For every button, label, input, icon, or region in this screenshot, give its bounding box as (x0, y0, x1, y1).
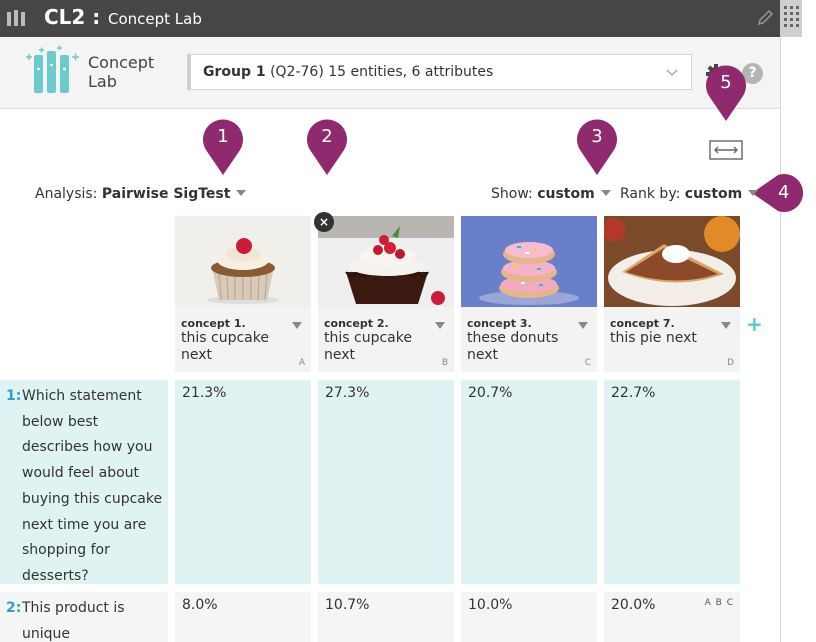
concept-text: this pie next (610, 330, 697, 346)
sig-letters: A B C (704, 598, 734, 608)
caret-down-icon (236, 190, 247, 196)
question-number: 2: (6, 600, 22, 616)
concept-card-1[interactable]: concept 1. this cupcake next A (175, 216, 311, 372)
value-cell: 22.7% (604, 380, 740, 584)
concept-text: these donuts next (467, 330, 559, 363)
concept-name: concept 2. (324, 317, 389, 330)
callout-1: 1 (202, 118, 244, 176)
value-cell: 20.7% (461, 380, 597, 584)
pie-image (604, 216, 740, 307)
caret-down-icon[interactable] (721, 322, 731, 329)
analysis-label: Analysis: (35, 186, 98, 202)
concept-letter: C (584, 358, 591, 368)
concept-name: concept 7. (610, 317, 675, 330)
concept-letter: A (298, 358, 305, 368)
concept-letter: B (441, 358, 448, 368)
concept-card-3[interactable]: concept 3. these donuts next C (461, 216, 597, 372)
concept-text: this cupcake next (324, 330, 412, 363)
concept-card-2[interactable]: concept 2. this cupcake next B (318, 216, 454, 372)
right-panel-edge (780, 37, 816, 642)
concept-lab-logo (26, 45, 79, 93)
analysis-dropdown[interactable]: Analysis: Pairwise SigTest (35, 186, 247, 202)
concept-name: concept 3. (467, 317, 532, 330)
show-value: custom (537, 186, 595, 202)
add-concept-icon[interactable]: + (746, 312, 763, 336)
caret-down-icon[interactable] (578, 322, 588, 329)
chevron-down-icon (666, 69, 678, 77)
value-cell: 21.3% (175, 380, 311, 584)
show-dropdown[interactable]: Show: custom (491, 186, 611, 202)
callout-5: 5 (705, 64, 747, 122)
show-label: Show: (491, 186, 533, 202)
rank-label: Rank by: (620, 186, 681, 202)
callout-2: 2 (306, 118, 348, 176)
caret-down-icon (600, 190, 611, 196)
concept-card-4[interactable]: concept 7. this pie next D (604, 216, 740, 372)
question-cell: 2: This product is unique (0, 592, 168, 642)
value-cell: 20.0% A B C (604, 592, 740, 642)
pencil-icon[interactable] (756, 9, 774, 27)
analysis-value: Pairwise SigTest (101, 186, 231, 202)
concept-text: this cupcake next (181, 330, 269, 363)
value-cell: 8.0% (175, 592, 311, 642)
caret-down-icon (748, 190, 759, 196)
callout-3: 3 (576, 118, 618, 176)
logo-text: Concept Lab (88, 53, 155, 91)
concept-lab-icon (7, 10, 25, 26)
question-cell: 1: Which statement below best describes … (0, 380, 168, 584)
question-text: Which statement below best describes how… (22, 388, 163, 584)
rank-dropdown[interactable]: Rank by: custom (620, 186, 759, 202)
caret-down-icon[interactable] (435, 322, 445, 329)
document-code: CL2 : (44, 5, 101, 29)
remove-concept-icon[interactable]: × (314, 212, 334, 232)
grip-handle[interactable] (780, 0, 802, 37)
concept-name: concept 1. (181, 317, 246, 330)
expand-width-icon[interactable] (709, 140, 743, 160)
group-select[interactable]: Group 1 (Q2-76) 15 entities, 6 attribute… (187, 54, 692, 90)
value-cell: 10.7% (318, 592, 454, 642)
group-details: (Q2-76) 15 entities, 6 attributes (270, 64, 494, 80)
cupcake-image (175, 216, 311, 307)
cupcake-image (318, 216, 454, 307)
caret-down-icon[interactable] (292, 322, 302, 329)
value-cell: 27.3% (318, 380, 454, 584)
question-number: 1: (6, 388, 22, 404)
value-cell: 10.0% (461, 592, 597, 642)
rank-value: custom (684, 186, 743, 202)
title-bar: CL2 : Concept Lab (0, 0, 780, 37)
document-title: Concept Lab (108, 10, 202, 28)
donuts-image (461, 216, 597, 307)
concept-letter: D (727, 358, 734, 368)
group-name: Group 1 (203, 64, 266, 80)
callout-4: 4 (752, 172, 816, 214)
app-header: Concept Lab Group 1 (Q2-76) 15 entities,… (0, 37, 780, 109)
question-text: This product is unique (22, 600, 125, 642)
